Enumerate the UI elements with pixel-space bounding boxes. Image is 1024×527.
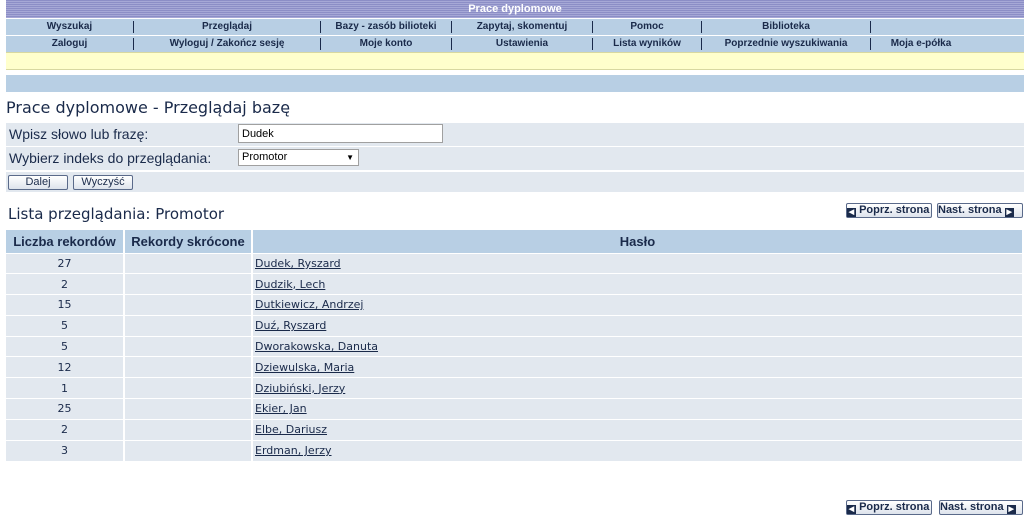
site-title-bar: Prace dyplomowe bbox=[6, 0, 1024, 18]
record-count: 12 bbox=[6, 356, 125, 378]
nav-my-eshelf[interactable]: Moja e-półka bbox=[871, 36, 971, 52]
table-row: 15 Dutkiewicz, Andrzej bbox=[6, 294, 1024, 316]
nav-ask-comment[interactable]: Zapytaj, skomentuj bbox=[452, 19, 592, 35]
index-row: Wybierz indeks do przeglądania: Promotor… bbox=[6, 147, 1024, 170]
nav-results-list[interactable]: Lista wyników bbox=[593, 36, 701, 52]
entry-link[interactable]: Dziubiński, Jerzy bbox=[255, 382, 345, 395]
short-records bbox=[124, 439, 253, 461]
record-count: 25 bbox=[6, 398, 125, 420]
record-count: 3 bbox=[6, 439, 125, 461]
page-title: Prace dyplomowe - Przeglądaj bazę bbox=[6, 98, 291, 117]
entry-link[interactable]: Dudek, Ryszard bbox=[255, 257, 341, 270]
short-records bbox=[124, 418, 253, 441]
table-row: 5 Dworakowska, Danuta bbox=[6, 335, 1024, 357]
prev-page-label: Poprz. strona bbox=[859, 501, 930, 513]
entry-link[interactable]: Erdman, Jerzy bbox=[255, 444, 332, 457]
phrase-row: Wpisz słowo lub frazę: bbox=[6, 123, 1024, 146]
entry-link[interactable]: Elbe, Dariusz bbox=[255, 423, 327, 436]
index-label: Wybierz indeks do przeglądania: bbox=[9, 150, 212, 166]
nav-row-primary: Wyszukaj Przeglądaj Bazy - zasób biliote… bbox=[6, 18, 1024, 35]
table-row: 5 Duź, Ryszard bbox=[6, 314, 1024, 337]
next-button[interactable]: Dalej bbox=[8, 175, 68, 190]
right-arrow-icon: ▶ bbox=[1006, 505, 1016, 514]
nav-library[interactable]: Biblioteka bbox=[702, 19, 870, 35]
short-records bbox=[124, 356, 253, 378]
col-short-records: Rekordy skrócone bbox=[124, 230, 253, 253]
site-title: Prace dyplomowe bbox=[468, 3, 562, 15]
left-arrow-icon: ◀ bbox=[847, 208, 856, 217]
index-select-value: Promotor bbox=[242, 151, 288, 163]
dropdown-arrow-icon: ▼ bbox=[346, 153, 354, 162]
nav-search[interactable]: Wyszukaj bbox=[6, 19, 133, 35]
entry-link[interactable]: Duź, Ryszard bbox=[255, 319, 326, 332]
short-records bbox=[124, 273, 253, 295]
col-record-count: Liczba rekordów bbox=[6, 230, 125, 253]
table-row: 1 Dziubiński, Jerzy bbox=[6, 377, 1024, 399]
table-row: 12 Dziewulska, Maria bbox=[6, 356, 1024, 378]
nav-databases[interactable]: Bazy - zasób bilioteki bbox=[321, 19, 451, 35]
entry-link[interactable]: Dutkiewicz, Andrzej bbox=[255, 298, 363, 311]
next-page-label: Nast. strona bbox=[938, 204, 1002, 216]
short-records bbox=[124, 377, 253, 399]
col-entry: Hasło bbox=[252, 230, 1024, 253]
nav-row-secondary: Zaloguj Wyloguj / Zakończ sesję Moje kon… bbox=[6, 35, 1024, 52]
short-records bbox=[124, 252, 253, 274]
table-row: 27 Dudek, Ryszard bbox=[6, 252, 1024, 274]
table-row: 2 Dudzik, Lech bbox=[6, 273, 1024, 295]
entry-link[interactable]: Dziewulska, Maria bbox=[255, 361, 354, 374]
nav-previous-searches[interactable]: Poprzednie wyszukiwania bbox=[702, 36, 870, 52]
prev-page-label: Poprz. strona bbox=[859, 204, 930, 216]
record-count: 1 bbox=[6, 377, 125, 399]
entry-link[interactable]: Dworakowska, Danuta bbox=[255, 340, 378, 353]
list-title: Lista przeglądania: Promotor bbox=[8, 205, 225, 223]
next-page-label: Nast. strona bbox=[940, 501, 1004, 513]
next-page-button-top[interactable]: Nast. strona ▶ bbox=[937, 203, 1023, 218]
nav-separator bbox=[870, 21, 871, 33]
record-count: 2 bbox=[6, 273, 125, 295]
short-records bbox=[124, 294, 253, 316]
form-buttons-row: Dalej Wyczyść bbox=[6, 172, 1024, 192]
nav-my-account[interactable]: Moje konto bbox=[321, 36, 451, 52]
nav-browse[interactable]: Przeglądaj bbox=[134, 19, 320, 35]
message-bar bbox=[6, 52, 1024, 70]
entry-link[interactable]: Ekier, Jan bbox=[255, 402, 307, 415]
nav-login[interactable]: Zaloguj bbox=[6, 36, 133, 52]
short-records bbox=[124, 335, 253, 357]
nav-settings[interactable]: Ustawienia bbox=[452, 36, 592, 52]
browse-results-table: Liczba rekordów Rekordy skrócone Hasło 2… bbox=[6, 230, 1024, 461]
clear-button[interactable]: Wyczyść bbox=[73, 175, 133, 190]
short-records bbox=[124, 398, 253, 420]
table-row: 2 Elbe, Dariusz bbox=[6, 418, 1024, 441]
index-select[interactable]: Promotor ▼ bbox=[238, 149, 359, 166]
entry-link[interactable]: Dudzik, Lech bbox=[255, 278, 325, 291]
table-row: 3 Erdman, Jerzy bbox=[6, 439, 1024, 461]
record-count: 5 bbox=[6, 314, 125, 337]
left-arrow-icon: ◀ bbox=[847, 505, 856, 514]
right-arrow-icon: ▶ bbox=[1004, 208, 1014, 217]
short-records bbox=[124, 314, 253, 337]
record-count: 2 bbox=[6, 418, 125, 441]
nav-logout[interactable]: Wyloguj / Zakończ sesję bbox=[134, 36, 320, 52]
record-count: 5 bbox=[6, 335, 125, 357]
next-page-button-bottom[interactable]: Nast. strona ▶ bbox=[939, 500, 1023, 515]
record-count: 15 bbox=[6, 294, 125, 316]
divider-bar bbox=[6, 75, 1024, 92]
phrase-label: Wpisz słowo lub frazę: bbox=[9, 126, 149, 142]
nav-help[interactable]: Pomoc bbox=[593, 19, 701, 35]
record-count: 27 bbox=[6, 252, 125, 274]
phrase-input[interactable] bbox=[238, 124, 443, 143]
prev-page-button-top[interactable]: ◀ Poprz. strona bbox=[846, 203, 932, 218]
prev-page-button-bottom[interactable]: ◀ Poprz. strona bbox=[846, 500, 932, 515]
table-row: 25 Ekier, Jan bbox=[6, 398, 1024, 420]
